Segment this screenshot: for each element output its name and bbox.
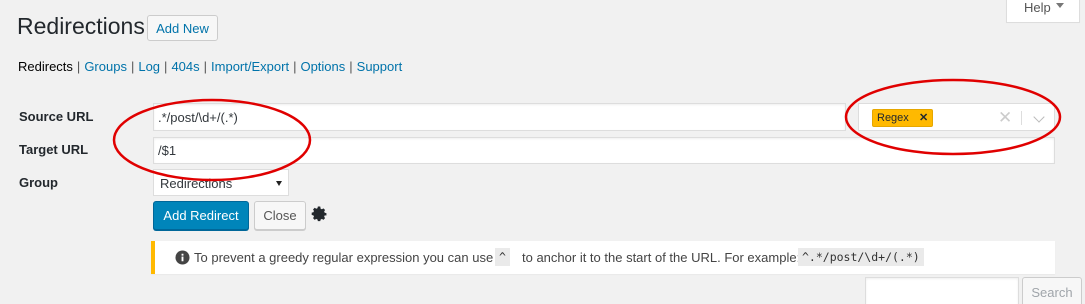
source-url-input[interactable]: .*/post/\d+/(.*) [153, 103, 846, 131]
add-redirect-button[interactable]: Add Redirect [153, 201, 249, 230]
close-button[interactable]: Close [254, 201, 306, 230]
subnav-item-groups[interactable]: Groups [84, 59, 127, 74]
subnav-separator: | [349, 59, 353, 74]
chevron-down-icon[interactable] [1033, 111, 1045, 123]
regex-flag-tag: Regex ✕ [872, 109, 933, 127]
target-url-input[interactable]: /$1 [153, 137, 1055, 164]
notice-code-example: ^.*/post/\d+/(.*) [798, 248, 924, 266]
info-icon [175, 250, 190, 265]
notice-text-middle: to anchor it to the start of the URL. Fo… [522, 250, 801, 265]
subnav-item-import-export[interactable]: Import/Export [211, 59, 289, 74]
subnav-separator: | [164, 59, 168, 74]
add-new-button[interactable]: Add New [147, 15, 218, 41]
select-divider [1021, 111, 1022, 125]
notice-text-before: To prevent a greedy regular expression y… [194, 250, 494, 265]
group-label: Group [19, 175, 58, 190]
help-tab[interactable]: Help [1006, 0, 1080, 23]
subnav-item-redirects: Redirects [18, 59, 73, 74]
search-input[interactable] [865, 277, 1019, 304]
target-url-value: /$1 [158, 143, 177, 158]
subnav-separator: | [76, 59, 81, 74]
source-url-label: Source URL [19, 109, 94, 124]
subnav-separator: | [293, 59, 297, 74]
subnav-item-log[interactable]: Log [138, 59, 160, 74]
dropdown-arrow-icon [276, 181, 282, 186]
search-button[interactable]: Search [1022, 277, 1082, 304]
target-url-label: Target URL [19, 142, 89, 157]
regex-notice: To prevent a greedy regular expression y… [151, 241, 1055, 274]
source-url-value: .*/post/\d+/(.*) [158, 109, 238, 125]
subnav-separator: | [130, 59, 135, 74]
page-title: Redirections [17, 13, 145, 39]
clear-icon[interactable]: ✕ [998, 108, 1012, 128]
group-select[interactable]: Redirections [153, 169, 289, 196]
caret-down-icon [1056, 3, 1064, 8]
gear-icon[interactable] [311, 206, 329, 224]
flags-select[interactable]: Regex ✕ ✕ [858, 103, 1055, 131]
notice-code-caret: ^ [495, 248, 510, 266]
subnav-item-options[interactable]: Options [300, 59, 345, 74]
redirection-page: Help Redirections Add New Redirects | Grou… [0, 0, 1085, 304]
help-label: Help [1024, 0, 1051, 15]
subnav-item-support[interactable]: Support [357, 59, 403, 74]
subnav-item-404s[interactable]: 404s [171, 59, 199, 74]
regex-flag-label: Regex [877, 112, 909, 124]
group-select-value: Redirections [160, 176, 233, 191]
subnav-separator: | [203, 59, 208, 74]
subnav: Redirects | Groups | Log | 404s | Import/Export |… [18, 59, 402, 74]
remove-flag-icon[interactable]: ✕ [919, 111, 928, 124]
